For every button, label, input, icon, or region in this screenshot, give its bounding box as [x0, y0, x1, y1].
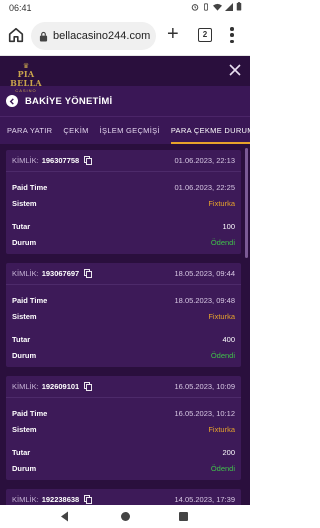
logo-name: PIA BELLA: [10, 69, 42, 88]
amount-value: 100: [222, 221, 235, 231]
id-label: KİMLİK:: [12, 269, 39, 278]
paid-time-value: 01.06.2023, 22:25: [174, 182, 235, 192]
paid-time-row: Paid Time 16.05.2023, 10:12: [6, 405, 241, 421]
request-date: 16.05.2023, 10:09: [174, 382, 235, 391]
browser-menu-button[interactable]: [226, 25, 238, 45]
status-label: Durum: [12, 237, 37, 247]
status-badge: Ödendi: [210, 463, 235, 473]
amount-row: Tutar 100: [6, 218, 241, 234]
site-header: ♛ PIA BELLA CASINO: [0, 56, 250, 93]
clock: 06:41: [9, 3, 32, 13]
paid-time-label: Paid Time: [12, 182, 48, 192]
status-label: Durum: [12, 463, 37, 473]
paid-time-value: 16.05.2023, 10:12: [174, 408, 235, 418]
id-label: KİMLİK:: [12, 382, 39, 391]
status-row: Durum Ödendi: [6, 347, 241, 363]
back-button[interactable]: [6, 95, 18, 107]
system-value: Fixturka: [208, 198, 235, 208]
request-date: 01.06.2023, 22:13: [174, 156, 235, 165]
paid-time-label: Paid Time: [12, 408, 48, 418]
id-label: KİMLİK:: [12, 495, 39, 504]
status-row: Durum Ödendi: [6, 234, 241, 250]
back-nav-icon[interactable]: [60, 511, 69, 522]
system-label: Sistem: [12, 198, 37, 208]
card-header: KİMLİK: 196307758 01.06.2023, 22:13: [6, 150, 241, 172]
home-icon[interactable]: [7, 26, 25, 44]
id-label: KİMLİK:: [12, 156, 39, 165]
amount-row: Tutar 200: [6, 444, 241, 460]
system-value: Fixturka: [208, 311, 235, 321]
status-label: Durum: [12, 350, 37, 360]
amount-value: 200: [222, 447, 235, 457]
close-icon[interactable]: [228, 63, 242, 77]
withdrawal-list: KİMLİK: 196307758 01.06.2023, 22:13 Paid…: [0, 144, 250, 505]
tab-deposit[interactable]: PARA YATIR: [7, 117, 52, 144]
paid-time-row: Paid Time 18.05.2023, 09:48: [6, 292, 241, 308]
amount-value: 400: [222, 334, 235, 344]
panel-title: BAKİYE YÖNETİMİ: [25, 95, 113, 107]
chevron-left-icon: [9, 97, 14, 105]
withdrawal-card: KİMLİK: 193067697 18.05.2023, 09:44 Paid…: [6, 263, 241, 367]
copy-icon[interactable]: [84, 382, 93, 391]
alarm-icon: [191, 3, 199, 11]
signal-icon: [225, 2, 233, 11]
wifi-icon: [213, 3, 222, 11]
vibrate-icon: [204, 2, 208, 11]
tab-switcher-button[interactable]: 2: [198, 28, 212, 42]
system-value: Fixturka: [208, 424, 235, 434]
amount-label: Tutar: [12, 221, 31, 231]
copy-icon[interactable]: [84, 269, 93, 278]
amount-row: Tutar 400: [6, 331, 241, 347]
status-bar: 06:41: [0, 0, 250, 16]
withdrawal-card: KİMLİK: 192238638 14.05.2023, 17:39: [6, 489, 241, 505]
system-row: Sistem Fixturka: [6, 195, 241, 211]
withdrawal-card: KİMLİK: 196307758 01.06.2023, 22:13 Paid…: [6, 150, 241, 254]
status-row: Durum Ödendi: [6, 460, 241, 476]
recents-nav-icon[interactable]: [179, 512, 188, 521]
tab-withdraw[interactable]: ÇEKİM: [63, 117, 88, 144]
system-label: Sistem: [12, 311, 37, 321]
system-nav-bar: [0, 505, 250, 528]
site-viewport: ♛ PIA BELLA CASINO BAKİYE YÖNETİMİ PARA …: [0, 56, 250, 505]
paid-time-row: Paid Time 01.06.2023, 22:25: [6, 179, 241, 195]
system-row: Sistem Fixturka: [6, 421, 241, 437]
status-badge: Ödendi: [210, 350, 235, 360]
system-row: Sistem Fixturka: [6, 308, 241, 324]
copy-icon[interactable]: [84, 156, 93, 165]
battery-icon: [236, 2, 242, 11]
lock-icon: [39, 31, 48, 41]
card-header: KİMLİK: 192238638 14.05.2023, 17:39: [6, 489, 241, 505]
url-text: bellacasino244.com: [53, 30, 151, 42]
browser-toolbar: bellacasino244.com + 2: [0, 16, 250, 56]
address-bar[interactable]: bellacasino244.com: [31, 22, 156, 50]
paid-time-label: Paid Time: [12, 295, 48, 305]
status-icons: [191, 2, 242, 11]
home-nav-icon[interactable]: [121, 512, 130, 521]
status-badge: Ödendi: [210, 237, 235, 247]
system-label: Sistem: [12, 424, 37, 434]
card-header: KİMLİK: 193067697 18.05.2023, 09:44: [6, 263, 241, 285]
paid-time-value: 18.05.2023, 09:48: [174, 295, 235, 305]
tab-bar: PARA YATIR ÇEKİM İŞLEM GEÇMİŞİ PARA ÇEKM…: [0, 116, 250, 144]
casino-logo[interactable]: ♛ PIA BELLA CASINO: [6, 63, 46, 93]
withdrawal-id: 193067697: [41, 269, 80, 278]
logo-subtitle: CASINO: [15, 88, 37, 93]
tab-transaction-history[interactable]: İŞLEM GEÇMİŞİ: [100, 117, 160, 144]
withdrawal-id: 192609101: [41, 382, 80, 391]
copy-icon[interactable]: [84, 495, 93, 504]
card-header: KİMLİK: 192609101 16.05.2023, 10:09: [6, 376, 241, 398]
tab-withdrawal-status[interactable]: PARA ÇEKME DURUMU: [170, 117, 250, 144]
new-tab-button[interactable]: +: [167, 24, 179, 44]
amount-label: Tutar: [12, 447, 31, 457]
withdrawal-id: 192238638: [41, 495, 80, 504]
withdrawal-card: KİMLİK: 192609101 16.05.2023, 10:09 Paid…: [6, 376, 241, 480]
request-date: 18.05.2023, 09:44: [174, 269, 235, 278]
withdrawal-id: 196307758: [41, 156, 80, 165]
amount-label: Tutar: [12, 334, 31, 344]
request-date: 14.05.2023, 17:39: [174, 495, 235, 504]
